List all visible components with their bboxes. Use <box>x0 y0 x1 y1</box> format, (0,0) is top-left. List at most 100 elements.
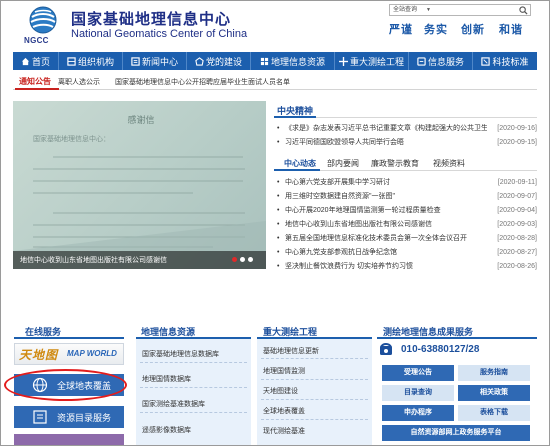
column-accent-bar <box>14 337 124 339</box>
banner-title-en: MAP WORLD <box>67 349 117 358</box>
resources-list: 国家基础地理信息数据库 地理国情数据库 国家测绘基准数据库 遥感影像数据库 <box>136 339 251 445</box>
resource-item[interactable]: 国家测绘基准数据库 <box>142 399 205 409</box>
nav-label: 重大测绘工程 <box>349 56 404 67</box>
news-title[interactable]: 第五届全国地理信息标准化技术委员会第一次全体会议召开 <box>285 233 487 244</box>
divider <box>261 419 368 420</box>
project-item[interactable]: 现代测绘基准 <box>263 426 305 436</box>
resource-item[interactable]: 地理国情数据库 <box>142 374 191 384</box>
tab-center-news[interactable]: 中心动态 <box>284 158 316 169</box>
project-icon <box>338 56 348 66</box>
center-news-item[interactable]: • 中心第九党支部参观抗日战争纪念馆 [2020-08-27] <box>277 247 537 258</box>
search-input[interactable] <box>436 6 518 15</box>
service-guide-button[interactable]: 服务指南 <box>458 365 530 381</box>
nav-item-news[interactable]: 新闻中心 <box>123 52 187 70</box>
news-date: [2020-09-15] <box>497 139 537 146</box>
nav-item-standards[interactable]: 科技标准 <box>473 52 537 70</box>
nav-item-service[interactable]: 信息服务 <box>409 52 473 70</box>
motto-word: 和谐 <box>499 24 523 36</box>
nav-item-resources[interactable]: 地理信息资源 <box>251 52 335 70</box>
nav-item-org[interactable]: 组织机构 <box>59 52 123 70</box>
map-world-banner[interactable]: 天地图 MAP WORLD <box>14 343 124 365</box>
tab-ministry-news[interactable]: 部内要闻 <box>327 158 359 169</box>
center-news-item[interactable]: • 坚决制止餐饮浪费行为 切实培养节约习惯 [2020-08-26] <box>277 261 537 272</box>
slideshow-caption-bar: 地信中心收到山东省地图出版社有限公司感谢信 <box>13 251 266 269</box>
central-news-item[interactable]: • 《求是》杂志发表习近平总书记重要文章《构建起强大的公共卫生体系》 [2020… <box>277 123 537 134</box>
center-news-item[interactable]: • 用三维时空数据建自然资源"一张图" [2020-09-07] <box>277 191 537 202</box>
news-title[interactable]: 习近平同德国欧盟领导人共同举行会晤 <box>285 137 487 148</box>
tab-video[interactable]: 视频资料 <box>433 158 465 169</box>
bullet: • <box>277 125 280 132</box>
projects-list: 基础地理信息更新 地理国情监测 天地图建设 全球地表覆盖 现代测绘基准 <box>257 339 372 445</box>
divider <box>261 399 368 400</box>
center-news-item[interactable]: • 中心第六党支部开展集中学习研讨 [2020-09-11] <box>277 177 537 188</box>
news-date: [2020-09-07] <box>497 193 537 200</box>
more-service-button[interactable] <box>14 434 124 445</box>
news-slideshow[interactable]: 感谢信 国家基础地理信息中心： 地信中心收到山东省地图出版社有限公司感谢信 <box>13 101 266 269</box>
news-date: [2020-08-28] <box>497 235 537 242</box>
notice-item[interactable]: 离职人选公示 <box>58 77 100 87</box>
acceptance-notice-button[interactable]: 受理公告 <box>382 365 454 381</box>
notice-item[interactable]: 国家基础地理信息中心公开招聘应届毕业生面试人员名单 <box>115 77 290 87</box>
letter-photo: 感谢信 国家基础地理信息中心： <box>13 114 266 251</box>
logo-abbreviation: NGCC <box>24 36 49 45</box>
news-title[interactable]: 《求是》杂志发表习近平总书记重要文章《构建起强大的公共卫生体系》 <box>285 123 487 134</box>
gov-service-platform-button[interactable]: 自然资源部网上政务服务平台 <box>382 425 530 441</box>
motto-word: 严谨 <box>389 24 413 36</box>
notice-label[interactable]: 通知公告 <box>19 76 51 87</box>
slideshow-dot-active[interactable] <box>232 257 237 262</box>
bullet: • <box>277 249 280 256</box>
search-icon[interactable] <box>519 6 528 15</box>
tab-integrity-education[interactable]: 廉政警示教育 <box>371 158 419 169</box>
resource-catalog-button[interactable]: 资源目录服务 <box>14 406 124 428</box>
news-icon <box>131 56 140 66</box>
nav-label: 新闻中心 <box>141 56 178 67</box>
news-title[interactable]: 地信中心收到山东省地图出版社有限公司感谢信 <box>285 219 487 230</box>
banner-title-cn: 天地图 <box>19 348 59 362</box>
center-news-item[interactable]: • 第五届全国地理信息标准化技术委员会第一次全体会议召开 [2020-08-28… <box>277 233 537 244</box>
project-item[interactable]: 地理国情监测 <box>263 366 305 376</box>
site-title-cn[interactable]: 国家基础地理信息中心 <box>71 8 231 29</box>
center-news-item[interactable]: • 地信中心收到山东省地图出版社有限公司感谢信 [2020-09-03] <box>277 219 537 230</box>
nav-item-home[interactable]: 首页 <box>13 52 59 70</box>
slideshow-dot[interactable] <box>240 257 245 262</box>
globe-logo-icon <box>29 6 57 34</box>
related-policy-button[interactable]: 相关政策 <box>458 385 530 401</box>
application-procedure-button[interactable]: 申办程序 <box>382 405 454 421</box>
divider <box>261 358 368 359</box>
news-date: [2020-09-16] <box>497 125 537 132</box>
central-news-item[interactable]: • 习近平同德国欧盟领导人共同举行会晤 [2020-09-15] <box>277 137 537 148</box>
motto-word: 创新 <box>461 24 485 36</box>
search-scope-select[interactable]: 全站查询 <box>393 5 417 16</box>
nav-item-projects[interactable]: 重大测绘工程 <box>335 52 409 70</box>
phone-icon <box>380 343 392 355</box>
slideshow-caption[interactable]: 地信中心收到山东省地图出版社有限公司感谢信 <box>20 255 167 265</box>
chevron-down-icon[interactable]: ▼ <box>426 5 431 16</box>
slideshow-dot[interactable] <box>248 257 253 262</box>
news-title[interactable]: 中心开展2020年地理国情监测第一轮过程质量检查 <box>285 205 487 216</box>
form-download-button[interactable]: 表格下载 <box>458 405 530 421</box>
bullet: • <box>277 263 280 270</box>
nav-label: 党的建设 <box>205 56 242 67</box>
catalog-icon <box>33 410 47 424</box>
resource-item[interactable]: 国家基础地理信息数据库 <box>142 349 219 359</box>
news-title[interactable]: 用三维时空数据建自然资源"一张图" <box>285 191 487 202</box>
news-title[interactable]: 中心第六党支部开展集中学习研讨 <box>285 177 487 188</box>
news-title[interactable]: 坚决制止餐饮浪费行为 切实培养节约习惯 <box>285 261 487 272</box>
news-date: [2020-09-04] <box>497 207 537 214</box>
notice-bar: 通知公告 离职人选公示 国家基础地理信息中心公开招聘应届毕业生面试人员名单 <box>13 74 537 90</box>
project-item[interactable]: 基础地理信息更新 <box>263 346 319 356</box>
bullet: • <box>277 179 280 186</box>
site-title-en: National Geomatics Center of China <box>71 28 248 40</box>
news-title[interactable]: 中心第九党支部参观抗日战争纪念馆 <box>285 247 487 258</box>
resource-item[interactable]: 遥感影像数据库 <box>142 425 191 435</box>
project-item[interactable]: 全球地表覆盖 <box>263 406 305 416</box>
standard-icon <box>481 56 491 66</box>
center-news-item[interactable]: • 中心开展2020年地理国情监测第一轮过程质量检查 [2020-09-04] <box>277 205 537 216</box>
divider <box>261 379 368 380</box>
news-date: [2020-09-11] <box>497 179 537 186</box>
catalog-query-button[interactable]: 目录查询 <box>382 385 454 401</box>
notice-underline <box>15 88 59 90</box>
nav-item-party[interactable]: 党的建设 <box>187 52 251 70</box>
project-item[interactable]: 天地图建设 <box>263 386 298 396</box>
button-label: 资源目录服务 <box>57 413 112 423</box>
